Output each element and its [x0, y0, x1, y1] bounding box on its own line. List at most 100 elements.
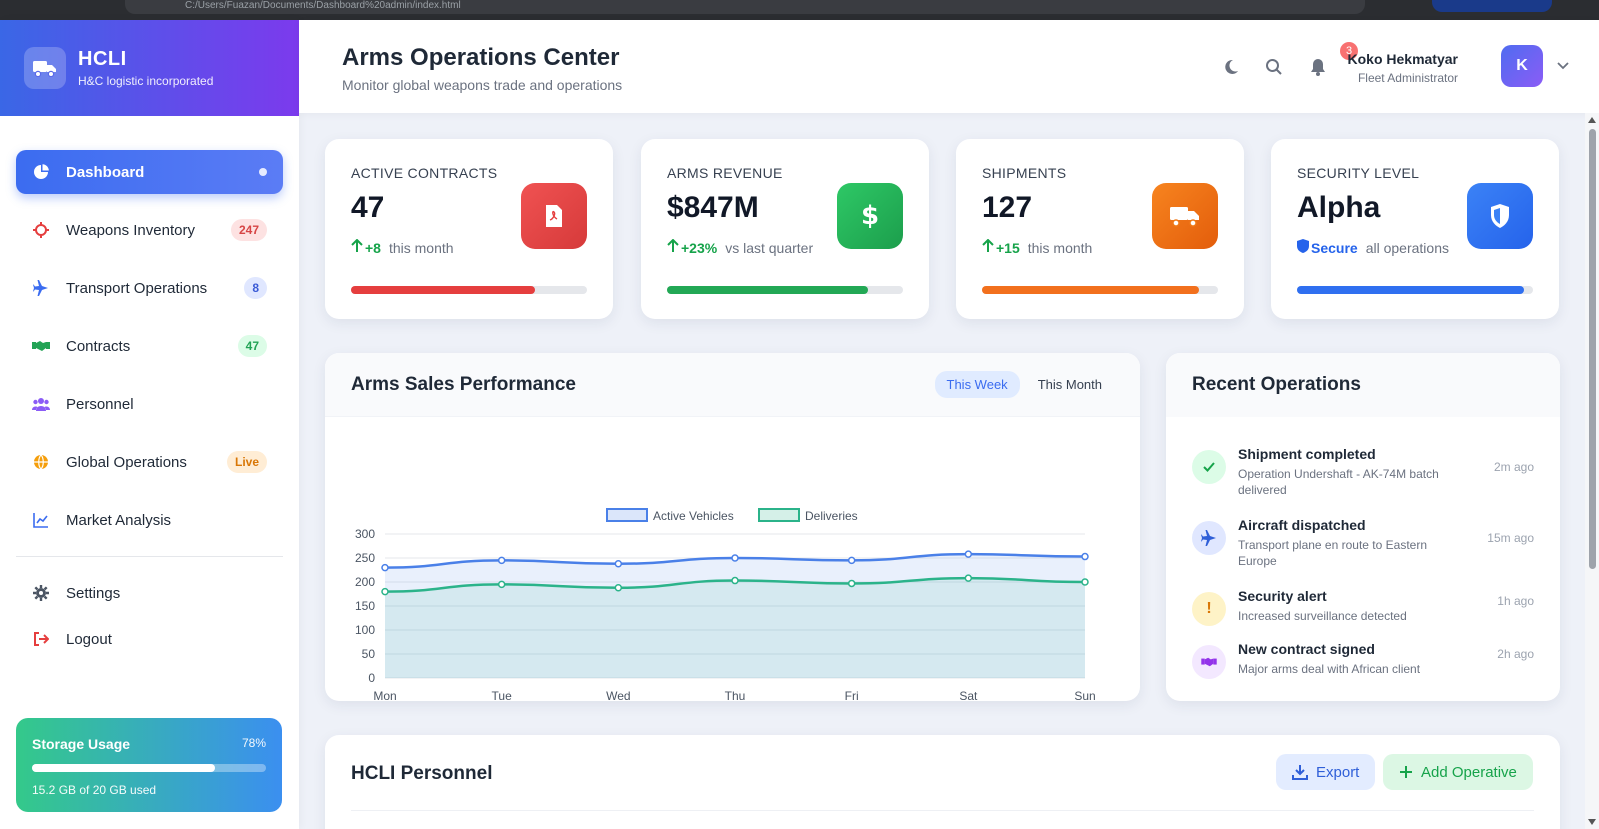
plane-icon	[32, 279, 50, 297]
top-header: Arms Operations Center Monitor global we…	[299, 20, 1599, 113]
plane-icon	[1192, 521, 1226, 555]
sidebar-item-weapons-inventory[interactable]: Weapons Inventory 247	[16, 208, 283, 252]
series-area	[385, 578, 1085, 678]
gear-icon	[32, 584, 50, 602]
avatar[interactable]: K	[1501, 45, 1543, 87]
handshake-icon	[1192, 645, 1226, 679]
scroll-up-arrow-icon[interactable]	[1588, 117, 1596, 123]
stat-delta: +15	[996, 239, 1020, 256]
stat-progress-fill	[1297, 286, 1524, 294]
x-tick-label: Thu	[725, 689, 746, 701]
stat-progress-bar	[982, 286, 1218, 294]
sidebar-item-label: Settings	[66, 584, 121, 602]
operation-time: 2m ago	[1493, 460, 1534, 474]
stat-card-active-contracts: ACTIVE CONTRACTS 47 +8 this month	[325, 139, 613, 319]
user-name: Koko Hekmatyar	[1347, 51, 1459, 67]
moon-icon[interactable]	[1220, 56, 1242, 78]
scroll-thumb[interactable]	[1589, 129, 1596, 569]
sidebar-item-transport-operations[interactable]: Transport Operations 8	[16, 266, 283, 310]
legend-swatch	[606, 508, 648, 522]
search-icon[interactable]	[1263, 56, 1285, 78]
list-item[interactable]: New contract signed Major arms deal with…	[1192, 641, 1534, 679]
arrow-up-icon	[351, 238, 363, 256]
page-scrollbar[interactable]	[1585, 113, 1599, 829]
operation-time: 2h ago	[1497, 647, 1534, 661]
stat-progress-fill	[667, 286, 868, 294]
check-icon	[1192, 450, 1226, 484]
export-button[interactable]: Export	[1276, 754, 1376, 790]
bell-icon[interactable]	[1307, 56, 1329, 78]
list-item[interactable]: Shipment completed Operation Undershaft …	[1192, 446, 1534, 498]
nav-divider	[16, 556, 283, 557]
data-point	[847, 556, 856, 565]
brand-header: HCLI H&C logistic incorporated	[0, 20, 299, 116]
sidebar-item-dashboard[interactable]: Dashboard	[16, 150, 283, 194]
stat-card-security-level: SECURITY LEVEL Alpha Secure all operatio…	[1271, 139, 1559, 319]
stat-card-arms-revenue: ARMS REVENUE $847M +23% vs last quarter …	[641, 139, 929, 319]
x-tick-label: Fri	[845, 689, 859, 701]
chart-title: Arms Sales Performance	[351, 373, 576, 395]
line-chart-icon	[32, 511, 50, 529]
arrow-up-icon	[667, 238, 679, 256]
shield-small-icon	[1297, 239, 1309, 256]
sidebar-item-label: Weapons Inventory	[66, 221, 195, 239]
users-icon	[32, 395, 50, 413]
sidebar-item-label: Contracts	[66, 337, 131, 355]
stat-label: ACTIVE CONTRACTS	[351, 165, 498, 181]
operation-description: Transport plane en route to Eastern Euro…	[1238, 538, 1427, 568]
brand-tagline: H&C logistic incorporated	[78, 74, 214, 88]
sidebar-item-contracts[interactable]: Contracts 47	[16, 324, 283, 368]
sidebar-item-settings[interactable]: Settings	[16, 577, 283, 609]
storage-percent: 78%	[241, 736, 266, 750]
browser-profile-button[interactable]	[1432, 0, 1552, 12]
operation-description: Major arms deal with African client	[1238, 662, 1421, 676]
legend-label: Active Vehicles	[653, 509, 734, 523]
x-tick-label: Mon	[373, 689, 396, 701]
operation-title: Security alert	[1238, 588, 1327, 604]
scroll-down-arrow-icon[interactable]	[1588, 819, 1596, 825]
operation-title: Shipment completed	[1238, 446, 1376, 462]
list-item[interactable]: ! Security alert Increased surveillance …	[1192, 588, 1534, 626]
data-point	[1081, 552, 1089, 561]
pie-chart-icon	[32, 163, 50, 181]
data-point	[1081, 578, 1089, 586]
stat-progress-fill	[982, 286, 1200, 294]
stat-label: SHIPMENTS	[982, 165, 1067, 181]
sidebar-item-label: Transport Operations	[66, 279, 208, 297]
data-point	[964, 574, 973, 582]
tab-this-month[interactable]: This Month	[1026, 371, 1114, 398]
tab-this-week[interactable]: This Week	[934, 371, 1020, 398]
sidebar-item-label: Market Analysis	[66, 511, 172, 529]
download-icon	[1292, 765, 1308, 780]
operation-description: Increased surveillance detected	[1238, 609, 1407, 623]
data-point	[731, 554, 739, 562]
sidebar-item-market-analysis[interactable]: Market Analysis	[16, 498, 283, 542]
live-badge: Live	[226, 451, 267, 473]
operation-description: Operation Undershaft - AK-74M batch deli…	[1238, 467, 1439, 497]
personnel-title: HCLI Personnel	[351, 763, 493, 784]
stat-progress-bar	[1297, 286, 1533, 294]
logout-icon	[32, 630, 50, 648]
sidebar-item-global-operations[interactable]: Global Operations Live	[16, 440, 283, 484]
globe-icon	[32, 453, 50, 471]
sidebar-item-personnel[interactable]: Personnel	[16, 382, 283, 426]
y-tick-label: 50	[362, 647, 376, 661]
chevron-down-icon[interactable]	[1556, 58, 1570, 77]
recent-operations-card: Recent Operations Shipment completed Ope…	[1166, 353, 1560, 701]
line-chart: 0 50 100 150 200 250 300 Mon Tue Wed Thu Fri Sat Sun A…	[355, 508, 1096, 701]
stat-progress-bar	[667, 286, 903, 294]
plus-icon	[1400, 766, 1412, 778]
data-point	[614, 584, 623, 592]
sidebar-item-logout[interactable]: Logout	[16, 623, 283, 655]
address-bar[interactable]: C:/Users/Fuazan/Documents/Dashboard%20ad…	[125, 0, 1365, 14]
storage-progress-bar	[32, 764, 266, 772]
add-operative-button[interactable]: Add Operative	[1383, 754, 1533, 790]
list-item[interactable]: Aircraft dispatched Transport plane en r…	[1192, 517, 1534, 569]
table-header-divider	[351, 810, 1534, 811]
operation-title: New contract signed	[1238, 641, 1375, 657]
recent-operations-title: Recent Operations	[1192, 374, 1361, 395]
browser-toolbar: C:/Users/Fuazan/Documents/Dashboard%20ad…	[0, 0, 1599, 20]
data-point	[964, 550, 973, 558]
x-tick-label: Sat	[959, 689, 978, 701]
y-tick-label: 150	[355, 599, 375, 613]
